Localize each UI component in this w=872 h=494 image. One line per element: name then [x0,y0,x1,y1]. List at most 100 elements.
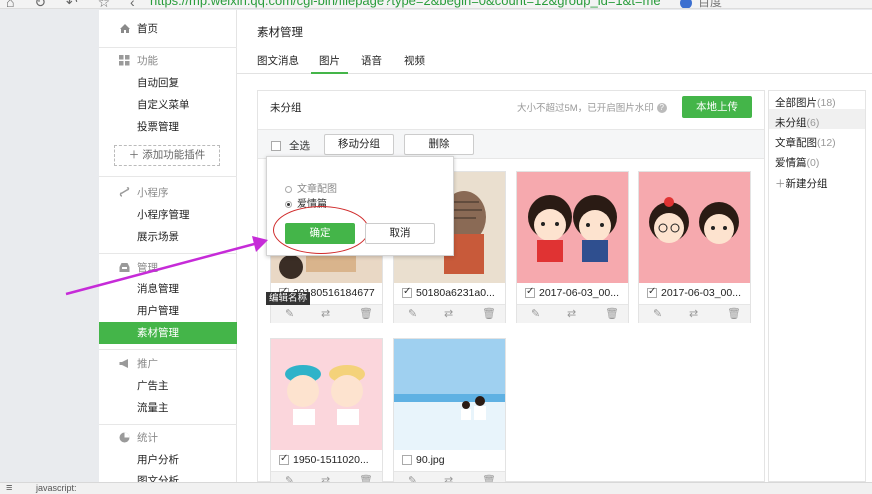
image-checkbox[interactable] [402,455,412,466]
sidebar-item-auto-reply[interactable]: 自动回复 [99,72,237,94]
address-bar[interactable]: https://mp.weixin.qq.com/cgi-bin/filepag… [150,0,660,8]
image-thumbnail[interactable] [394,339,505,450]
group-item-love[interactable]: 爱情篇(0) [775,155,819,170]
pie-chart-icon [119,432,130,443]
sidebar-item-user-manage[interactable]: 用户管理 [99,300,237,322]
move-icon[interactable]: ⇄ [689,307,698,320]
sidebar-divider [99,176,237,177]
sidebar-item-custom-menu[interactable]: 自定义菜单 [99,94,237,116]
move-group-popup: 文章配图 爱情篇 确定 取消 [266,156,454,256]
select-all-checkbox[interactable] [271,141,281,152]
image-card[interactable]: 2017-06-03_00... ✎ ⇄ 🗑 [516,171,629,323]
tab-bar: 图文消息 图片 语音 视频 [237,50,872,74]
move-icon[interactable]: ⇄ [321,307,330,320]
image-checkbox[interactable] [525,287,535,299]
menu-icon[interactable]: ≡ [6,483,12,494]
image-card[interactable]: 2017-06-03_00... ✎ ⇄ 🗑 [638,171,751,323]
radio-article-images[interactable]: 文章配图 [285,180,337,195]
sidebar-item-home[interactable]: 首页 [99,18,237,40]
move-group-button[interactable]: 移动分组 [324,134,394,155]
tab-video[interactable]: 视频 [404,53,425,74]
sidebar-divider [99,253,237,254]
image-checkbox[interactable] [279,454,289,466]
trash-icon[interactable]: 🗑 [482,307,496,320]
tab-voice[interactable]: 语音 [361,53,382,74]
image-thumbnail[interactable] [517,172,628,283]
image-actions: ✎ ⇄ 🗑 [639,304,750,323]
trash-icon[interactable]: 🗑 [359,307,373,320]
sidebar-divider [99,47,237,48]
edit-name-tooltip: 编辑名称 [266,292,311,305]
trash-icon[interactable]: 🗑 [605,307,619,320]
image-card[interactable]: 90.jpg ✎ ⇄ 🗑 [393,338,506,490]
megaphone-icon [119,359,128,368]
sidebar-section-miniprogram: 小程序 [99,182,237,204]
image-name[interactable]: 90.jpg [402,454,502,466]
upload-button[interactable]: 本地上传 [682,96,752,118]
add-plugin-button[interactable]: ＋ 添加功能插件 [114,145,220,166]
sidebar-divider [99,349,237,350]
plus-icon: ＋ [775,178,786,190]
image-checkbox[interactable] [647,287,657,299]
grid-icon [119,55,130,66]
status-bar: ≡ javascript: [0,482,872,494]
image-name[interactable]: 50180a6231a0... [402,287,502,299]
image-thumbnail[interactable] [639,172,750,283]
move-icon[interactable]: ⇄ [444,307,453,320]
trash-icon[interactable]: 🗑 [727,307,741,320]
status-text: javascript: [36,483,77,493]
plus-icon: ＋ [128,149,143,161]
home-icon [120,24,130,33]
profile-icon[interactable] [680,0,692,8]
delete-button[interactable]: 删除 [404,134,474,155]
new-group-button[interactable]: ＋新建分组 [775,176,828,191]
browser-search[interactable]: 百度 [680,0,722,8]
edit-icon[interactable]: ✎ [653,307,662,320]
edit-icon[interactable]: ✎ [408,307,417,320]
browser-nav-icons[interactable]: ⌂ ↻ ↶ ☆ ‹ [6,0,143,8]
sidebar-item-display-scene[interactable]: 展示场景 [99,226,237,248]
page-title: 素材管理 [257,27,303,39]
sidebar-divider [99,424,237,425]
sidebar-item-material-manage[interactable]: 素材管理 [99,322,237,344]
image-name[interactable]: 2017-06-03_00... [647,287,747,299]
sidebar-item-article-analysis[interactable]: 图文分析 [99,471,237,482]
tab-images[interactable]: 图片 [311,53,348,74]
image-thumbnail[interactable] [271,339,382,450]
image-actions: ✎ ⇄ 🗑 [271,304,382,323]
group-item-all[interactable]: 全部图片(18) [775,95,836,110]
image-card[interactable]: 1950-1511020... ✎⇄🗑 [270,338,383,490]
sidebar-item-traffic-master[interactable]: 流量主 [99,397,237,419]
sidebar-section-statistics: 统计 [99,427,237,449]
image-toolbar: 全选 移动分组 删除 [258,129,764,159]
image-actions: ✎ ⇄ 🗑 [517,304,628,323]
sidebar-item-miniprogram-manage[interactable]: 小程序管理 [99,204,237,226]
sidebar-item-user-analysis[interactable]: 用户分析 [99,449,237,471]
sidebar-item-vote[interactable]: 投票管理 [99,116,237,138]
tab-articles[interactable]: 图文消息 [257,53,299,74]
upload-limit-text: 大小不超过5M，已开启图片水印? [517,100,667,114]
sidebar-item-message-manage[interactable]: 消息管理 [99,278,237,300]
cancel-button[interactable]: 取消 [365,223,435,244]
image-name[interactable]: 1950-1511020... [279,454,379,466]
browser-toolbar: ⌂ ↻ ↶ ☆ ‹ https://mp.weixin.qq.com/cgi-b… [0,0,872,9]
move-icon[interactable]: ⇄ [567,307,576,320]
sidebar-section-promotion: 推广 [99,353,237,375]
group-list: 全部图片(18) 未分组(6) 文章配图(12) 爱情篇(0) ＋新建分组 [768,90,866,482]
image-checkbox[interactable] [402,287,412,299]
group-item-ungrouped[interactable]: 未分组(6) [775,115,819,130]
left-margin [0,10,99,482]
image-name[interactable]: 2017-06-03_00... [525,287,625,299]
inbox-icon [119,263,130,272]
sidebar-section-manage: 管理 [99,257,237,279]
group-item-article-images[interactable]: 文章配图(12) [775,135,836,150]
edit-icon[interactable]: ✎ [531,307,540,320]
confirm-button[interactable]: 确定 [285,223,355,244]
edit-icon[interactable]: ✎ [285,307,294,320]
help-icon[interactable]: ? [656,103,667,114]
miniprogram-icon [119,187,130,197]
sidebar-item-advertiser[interactable]: 广告主 [99,375,237,397]
select-all[interactable]: 全选 [271,138,310,153]
sidebar-section-features: 功能 [99,50,237,72]
image-actions: ✎ ⇄ 🗑 [394,304,505,323]
